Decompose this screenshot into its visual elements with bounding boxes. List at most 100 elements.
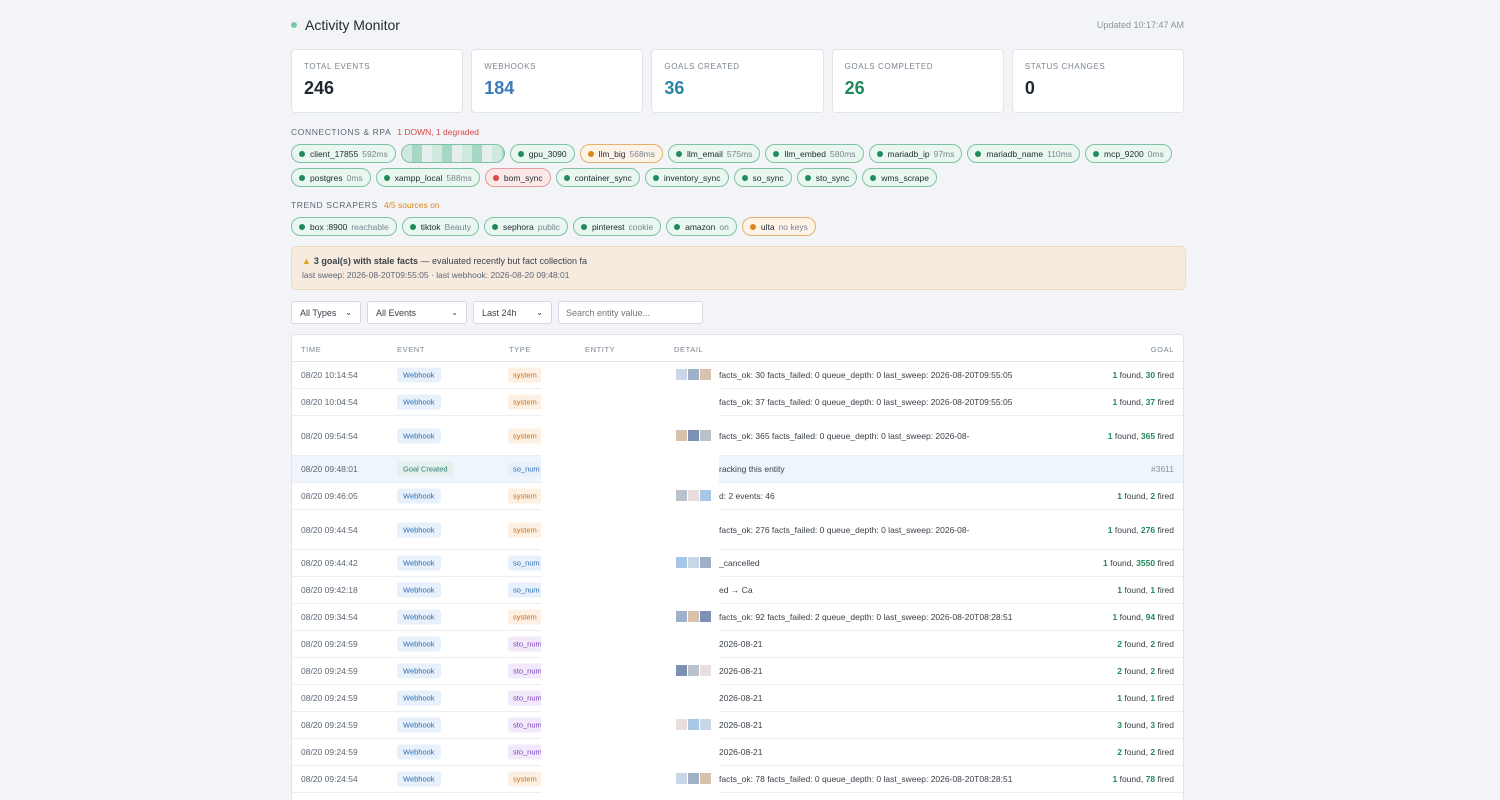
row-time: 08/20 09:46:05 [301, 491, 358, 501]
chip-amazon[interactable]: amazon on [666, 217, 737, 236]
stat-label: STATUS CHANGES [1024, 62, 1106, 71]
chip-box-8900[interactable]: box :8900 reachable [291, 217, 397, 236]
event-badge: Webhook [397, 428, 441, 443]
stat-value: 26 [844, 78, 865, 98]
chip-mcp-9200[interactable]: mcp_9200 0ms [1084, 144, 1172, 163]
type-filter-select[interactable]: All Types ⌄ [291, 301, 361, 324]
chip-pinterest[interactable]: pinterest cookie [572, 217, 662, 236]
found-label: found, [1110, 558, 1134, 568]
chip-name: llm_email [687, 148, 723, 159]
table-row[interactable]: 08/20 09:54:54 Webhook system facts_ok: 365… [292, 416, 1183, 456]
goal-id[interactable]: #3611 [1151, 464, 1174, 474]
table-row[interactable]: 08/20 10:14:54 Webhook system facts_ok: 30 … [292, 362, 1183, 389]
chip-sephora[interactable]: sephora public [484, 217, 568, 236]
fired-count: 1 [1150, 693, 1156, 703]
redaction-pixel [700, 557, 711, 568]
chip-client-17855[interactable]: client_17855 592ms [291, 144, 396, 163]
chip-bom-sync[interactable]: bom_sync [484, 168, 551, 187]
status-dot [580, 223, 587, 230]
col-event[interactable]: EVENT [397, 345, 425, 354]
chip-gpu-3090[interactable]: gpu_3090 [509, 144, 575, 163]
filter-bar: All Types ⌄ All Events ⌄ Last 24h ⌄ [291, 301, 703, 324]
redaction-pixel [700, 369, 711, 380]
table-row[interactable]: 08/20 09:24:59 Webhook sto_num 2026-08-21 2 … [292, 739, 1183, 766]
found-label: found, [1119, 612, 1144, 622]
stat-card-webhooks: WEBHOOKS 184 [471, 49, 644, 113]
chip-xampp-local[interactable]: xampp_local 588ms [375, 168, 480, 187]
table-row[interactable]: 08/20 10:04:54 Webhook system facts_ok: 37 … [292, 389, 1183, 416]
table-row[interactable]: 08/20 09:42:18 Webhook so_num ed → Ca 1 foun… [292, 577, 1183, 604]
table-row[interactable]: 08/20 09:34:54 Webhook system facts_ok: 92 … [292, 604, 1183, 631]
found-label: found, [1124, 720, 1148, 730]
chip-ulta[interactable]: ulta no keys [741, 217, 816, 236]
fired-label: fired [1157, 491, 1174, 501]
chip-llm-big[interactable]: llm_big 568ms [579, 144, 664, 163]
chip-so-sync[interactable]: so_sync [733, 168, 792, 187]
table-row[interactable]: 08/20 09:24:54 Webhook system facts_ok: 78 … [292, 766, 1183, 793]
redaction-pixel [676, 611, 687, 622]
event-badge: Webhook [397, 636, 441, 652]
connections-alert: 1 DOWN, 1 degraded [397, 127, 479, 137]
event-badge: Webhook [397, 717, 441, 733]
page-title: Activity Monitor [305, 17, 400, 33]
chip-llm-email[interactable]: llm_email 575ms [668, 144, 761, 163]
chip-mariadb-name[interactable]: mariadb_name 110ms [967, 144, 1080, 163]
chip-inventory-sync[interactable]: inventory_sync [644, 168, 729, 187]
found-count: 1 [1107, 524, 1113, 535]
col-detail[interactable]: DETAIL [674, 345, 703, 354]
fired-count: 3 [1150, 720, 1156, 730]
row-detail: d: 2 events: 46 [719, 491, 775, 501]
col-entity[interactable]: ENTITY [585, 345, 615, 354]
col-goal[interactable]: GOAL [1151, 345, 1174, 354]
row-detail: ed → Ca [719, 585, 753, 595]
chip-sto-sync[interactable]: sto_sync [796, 168, 858, 187]
goal-summary: 3 found, 3 fired [1117, 720, 1174, 730]
updated-timestamp: Updated 10:17:47 AM [1096, 20, 1184, 30]
stat-card-goals-completed: GOALS COMPLETED 26 [831, 49, 1004, 113]
table-row[interactable]: 08/20 09:44:42 Webhook so_num _cancelled 1 f… [292, 550, 1183, 577]
fired-count: 30 [1145, 370, 1156, 380]
table-row[interactable]: 08/20 09:46:05 Webhook system d: 2 events: … [292, 483, 1183, 510]
chip-name: tiktok [420, 221, 441, 232]
chevron-down-icon: ⌄ [345, 308, 352, 317]
table-row[interactable]: 08/20 09:44:54 Webhook system facts_ok: 276… [292, 510, 1183, 550]
found-label: found, [1124, 639, 1148, 649]
redaction-pixel [676, 719, 687, 730]
chip-container-sync[interactable]: container_sync [555, 168, 640, 187]
goal-summary: 1 found, 3550 fired [1103, 558, 1174, 568]
row-detail: 2026-08-21 [719, 666, 763, 676]
chip-llm-embed[interactable]: llm_embed 580ms [765, 144, 864, 163]
chip-wms-scrape[interactable]: wms_scrape [862, 168, 937, 187]
scrapers-heading: TREND SCRAPERS 4/5 sources on [291, 200, 440, 210]
event-badge: Webhook [397, 488, 441, 504]
chip-redacted[interactable] [400, 144, 505, 163]
redaction-pixel [700, 430, 711, 441]
type-badge: system [508, 771, 542, 787]
redaction-pixel [688, 665, 699, 676]
chip-tiktok[interactable]: tiktok Beauty [401, 217, 479, 236]
stat-value: 0 [1024, 78, 1035, 98]
chip-mariadb-ip[interactable]: mariadb_ip 97ms [868, 144, 963, 163]
fired-label: fired [1157, 524, 1174, 535]
row-time: 08/20 09:24:59 [301, 720, 358, 730]
redaction-pixel [688, 430, 699, 441]
found-label: found, [1124, 666, 1148, 676]
fired-count: 365 [1140, 430, 1156, 441]
found-count: 1 [1112, 774, 1118, 784]
range-filter-value: Last 24h [482, 307, 517, 318]
table-row[interactable]: 08/20 09:48:01 Goal Created so_num racking … [292, 456, 1183, 483]
col-type[interactable]: TYPE [509, 345, 531, 354]
range-filter-select[interactable]: Last 24h ⌄ [473, 301, 552, 324]
entity-search-input[interactable] [558, 301, 703, 324]
table-row[interactable]: 08/20 09:24:59 Webhook sto_num 2026-08-21 1 … [292, 685, 1183, 712]
status-dot [563, 174, 570, 181]
table-row[interactable]: 08/20 09:24:59 Webhook sto_num 2026-08-21 2 … [292, 631, 1183, 658]
chip-postgres[interactable]: postgres 0ms [291, 168, 371, 187]
table-row[interactable]: 08/20 09:24:59 Webhook sto_num 2026-08-21 2 … [292, 658, 1183, 685]
redaction-pixel [688, 490, 699, 501]
page-header: Activity Monitor Updated 10:17:47 AM [291, 0, 1184, 50]
table-row[interactable]: 08/20 09:24:59 Webhook sto_num 2026-08-21 3 … [292, 712, 1183, 739]
event-filter-select[interactable]: All Events ⌄ [367, 301, 467, 324]
col-time[interactable]: TIME [301, 345, 321, 354]
event-badge: Webhook [397, 771, 441, 787]
